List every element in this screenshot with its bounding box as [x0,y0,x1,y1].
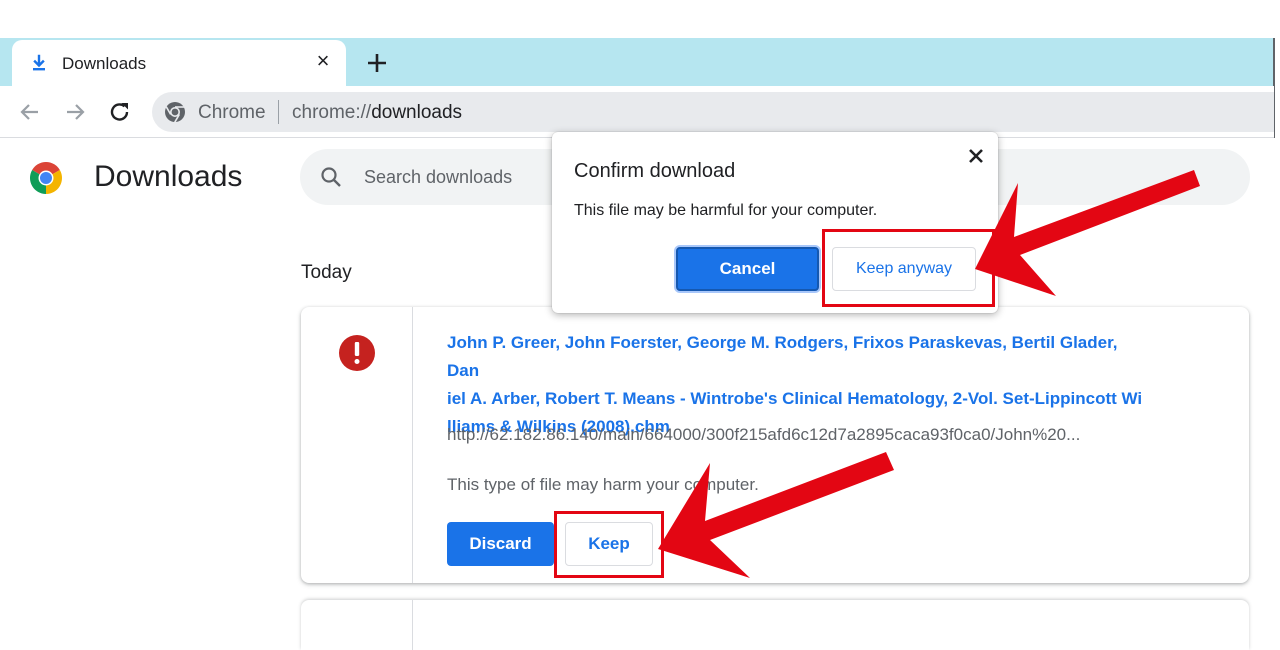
file-source-url[interactable]: http://62.182.86.140/main/664000/300f215… [447,425,1080,445]
card-divider [412,600,413,650]
search-input[interactable] [364,165,564,189]
site-chip-label: Chrome [198,102,266,123]
cancel-button[interactable]: Cancel [676,247,819,291]
download-icon [33,54,45,71]
file-name-line: iel A. Arber, Robert T. Means - Wintrobe… [447,389,1143,408]
close-icon[interactable] [964,144,988,168]
discard-button[interactable]: Discard [447,522,554,566]
forward-arrow-icon[interactable] [62,99,88,125]
download-item-card: John P. Greer, John Foerster, George M. … [301,307,1249,583]
address-bar[interactable]: Chrome chrome://downloads [152,92,1274,132]
download-item-card-next [301,600,1249,650]
toolbar: Chrome chrome://downloads [0,86,1274,138]
tab-downloads[interactable]: Downloads × [12,40,346,86]
tab-close-icon[interactable]: × [312,50,334,72]
url-scheme: chrome:// [292,102,372,123]
url-text[interactable]: chrome://downloads [292,102,462,124]
new-tab-plus-icon[interactable] [364,50,390,76]
annotation-highlight-box [554,511,664,578]
dialog-title: Confirm download [574,160,736,182]
dialog-message: This file may be harmful for your comput… [574,202,878,219]
file-name-line: John P. Greer, John Foerster, George M. … [447,333,1118,380]
back-arrow-icon[interactable] [17,99,43,125]
tab-strip: Downloads × [0,38,1274,86]
tab-title: Downloads [62,54,147,73]
chrome-icon [165,102,185,123]
page-title: Downloads [94,160,243,193]
reload-icon[interactable] [107,99,133,125]
annotation-highlight-box [822,229,995,307]
section-heading-today: Today [301,262,352,283]
url-path: downloads [371,102,463,123]
chrome-logo-icon [29,161,63,194]
search-icon [321,167,341,187]
card-divider [412,307,413,583]
error-warning-icon [339,335,375,371]
file-warning-text: This type of file may harm your computer… [447,475,759,494]
omnibox-separator [278,100,279,124]
